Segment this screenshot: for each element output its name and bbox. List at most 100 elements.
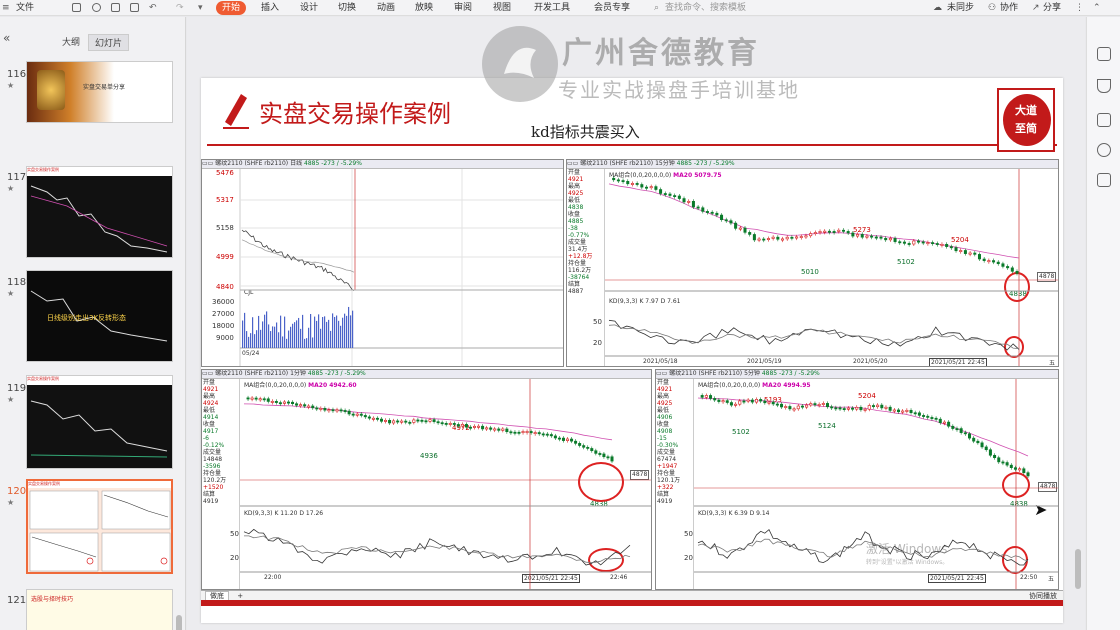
candle [436,421,440,424]
search-icon: ⌕ [654,3,660,13]
candle [578,443,582,446]
title-divider [207,144,1057,146]
collapse-ribbon-icon[interactable]: ⌃ [1093,1,1101,15]
volume-bar [280,315,282,348]
pin-icon[interactable] [1097,79,1111,93]
candle [724,219,728,222]
thumbnail-slide-121[interactable]: 选股与择时技巧 [26,589,173,630]
save-icon[interactable] [72,3,81,12]
dropdown-icon[interactable]: ▾ [198,1,203,15]
tab-transition[interactable]: 切换 [338,1,356,15]
preview-icon[interactable] [130,3,139,12]
candle [696,206,700,209]
candle [754,399,758,403]
tab-design[interactable]: 设计 [300,1,318,15]
candle [804,235,808,238]
indicator-line [241,229,355,292]
candle [616,179,620,182]
candle [738,400,742,405]
copy-icon[interactable] [1097,113,1111,127]
thumbnail-slide-119[interactable]: 实盘交易操作案例 [26,375,173,469]
file-menu[interactable]: 文件 [16,1,34,15]
volume-bar [262,321,264,348]
candle [705,211,709,213]
candle [823,230,827,233]
volume-bar [288,330,290,348]
candle [701,207,705,212]
candle [396,420,400,423]
search-input[interactable]: 查找命令、搜索模板 [665,1,746,15]
indicator-line [697,397,1029,457]
tab-review[interactable]: 审阅 [454,1,472,15]
volume-bar [256,330,258,348]
candle [720,214,724,221]
tab-slideshow[interactable]: 放映 [415,1,433,15]
volume-bar [324,316,326,348]
candle [1009,464,1013,468]
candle [598,453,602,455]
candle [841,229,845,232]
print-icon[interactable] [111,3,120,12]
seal-text-1: 大道 [1015,104,1037,117]
thumbnail-slide-116[interactable]: 实盘交易单分享 [26,61,173,123]
candle [879,236,883,239]
redo-icon[interactable]: ↷ [176,1,184,15]
tab-insert[interactable]: 插入 [261,1,279,15]
candle [448,423,452,425]
candle [934,417,938,420]
share-button[interactable]: 分享 [1043,1,1061,15]
thumbnail-slide-118[interactable]: 日线级别走出3K反转形态 [26,270,173,362]
volume-bars [242,306,354,348]
volume-bar [246,331,248,348]
settings-icon[interactable] [1097,47,1111,61]
candle [351,413,355,416]
candle [813,403,817,406]
candles-15min [605,169,1058,366]
thumbnail-caption: 实盘交易单分享 [83,84,126,91]
help-icon[interactable] [1097,143,1111,157]
panel-scrollbar[interactable] [176,615,182,630]
sync-status[interactable]: 未同步 [947,1,974,15]
candle [972,437,976,442]
candle [968,433,972,439]
tab-outline[interactable]: 大纲 [56,34,86,49]
tab-developer[interactable]: 开发工具 [534,1,570,15]
thumbnail-slide-117[interactable]: 实盘交易操作案例 [26,166,173,258]
export-icon[interactable] [92,3,101,12]
tab-home[interactable]: 开始 [216,1,247,15]
volume-bar [344,313,346,348]
tab-animation[interactable]: 动画 [377,1,395,15]
candle [938,418,942,424]
candle [898,241,902,244]
slide-number: 120 [7,486,27,497]
thumbnail-caption: 实盘交易操作案例 [27,167,172,174]
candle [1018,468,1022,471]
volume-bar [334,316,336,348]
tab-slides[interactable]: 幻灯片 [88,34,130,51]
candle [742,400,746,403]
candle [561,437,565,441]
collapse-panel-icon[interactable]: « [3,31,10,45]
canvas-scrollbar[interactable] [1075,549,1081,589]
candle [557,437,561,440]
candle [339,409,343,412]
undo-icon[interactable]: ↶ [149,1,157,15]
volume-bar [290,326,292,348]
tab-view[interactable]: 视图 [493,1,511,15]
candle [1001,263,1005,267]
candle [743,227,747,233]
candle [734,222,738,229]
tab-member[interactable]: 会员专享 [594,1,630,15]
sheet-tabbar: 做底 + 协同播放 [201,590,1063,601]
indicator-line [241,239,355,273]
candle [746,399,750,402]
thumbnail-slide-120[interactable]: 实盘交易操作案例 [26,479,173,574]
candle [521,431,525,433]
menu-icon[interactable]: ≡ [2,1,10,15]
chart-daily: ▭▭ 螺纹2110 (SHFE rb2110) 日线 4885 -273 / -… [201,159,564,367]
more-icon[interactable]: ⋮ [1075,1,1084,15]
collab-button[interactable]: 协作 [1000,1,1018,15]
candle [709,395,713,399]
add-sheet-button[interactable]: + [237,592,243,600]
archive-icon[interactable] [1097,173,1111,187]
